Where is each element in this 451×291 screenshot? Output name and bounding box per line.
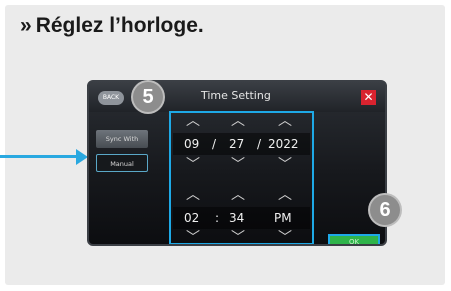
hour-down-icon[interactable]: ﹀	[183, 231, 203, 244]
date-separator: /	[257, 137, 262, 151]
manual-button[interactable]: Manual	[96, 154, 148, 172]
step-6-badge: 6	[370, 195, 400, 225]
ampm-down-icon[interactable]: ﹀	[275, 231, 295, 244]
ampm-up-icon[interactable]: ︿	[275, 188, 295, 202]
year-down-icon[interactable]: ﹀	[275, 158, 295, 172]
day-value: 27	[229, 137, 245, 151]
page-title: » Réglez l’horloge.	[20, 14, 204, 38]
step-5-badge: 5	[133, 82, 163, 112]
day-up-icon[interactable]: ︿	[228, 114, 248, 128]
pointer-arrow-line	[0, 155, 78, 158]
ok-button[interactable]: OK	[328, 234, 380, 244]
month-down-icon[interactable]: ﹀	[183, 158, 203, 172]
ampm-value: PM	[274, 211, 292, 225]
double-chevron-icon: »	[20, 14, 32, 37]
sync-with-phone-button[interactable]: Sync With Phone	[96, 130, 148, 161]
date-separator: /	[212, 137, 217, 151]
infotainment-screen: BACK Time Setting ✕ Sync With Phone Manu…	[87, 80, 387, 246]
heading-text: Réglez l’horloge.	[35, 14, 204, 37]
month-value: 09	[184, 137, 200, 151]
minute-down-icon[interactable]: ﹀	[228, 231, 248, 244]
hour-value: 02	[184, 211, 200, 225]
month-up-icon[interactable]: ︿	[183, 114, 203, 128]
hour-up-icon[interactable]: ︿	[183, 188, 203, 202]
close-icon[interactable]: ✕	[361, 90, 376, 105]
day-down-icon[interactable]: ﹀	[228, 158, 248, 172]
minute-up-icon[interactable]: ︿	[228, 188, 248, 202]
year-value: 2022	[268, 137, 299, 151]
minute-value: 34	[229, 211, 245, 225]
screen-title: Time Setting	[201, 89, 271, 102]
time-separator: :	[215, 211, 220, 225]
year-up-icon[interactable]: ︿	[275, 114, 295, 128]
date-time-picker: ︿ ︿ ︿ 09 / 27 / 2022 ﹀ ﹀ ﹀ ︿ ︿ ︿ 02 : 34…	[169, 111, 314, 244]
back-button[interactable]: BACK	[98, 91, 124, 105]
